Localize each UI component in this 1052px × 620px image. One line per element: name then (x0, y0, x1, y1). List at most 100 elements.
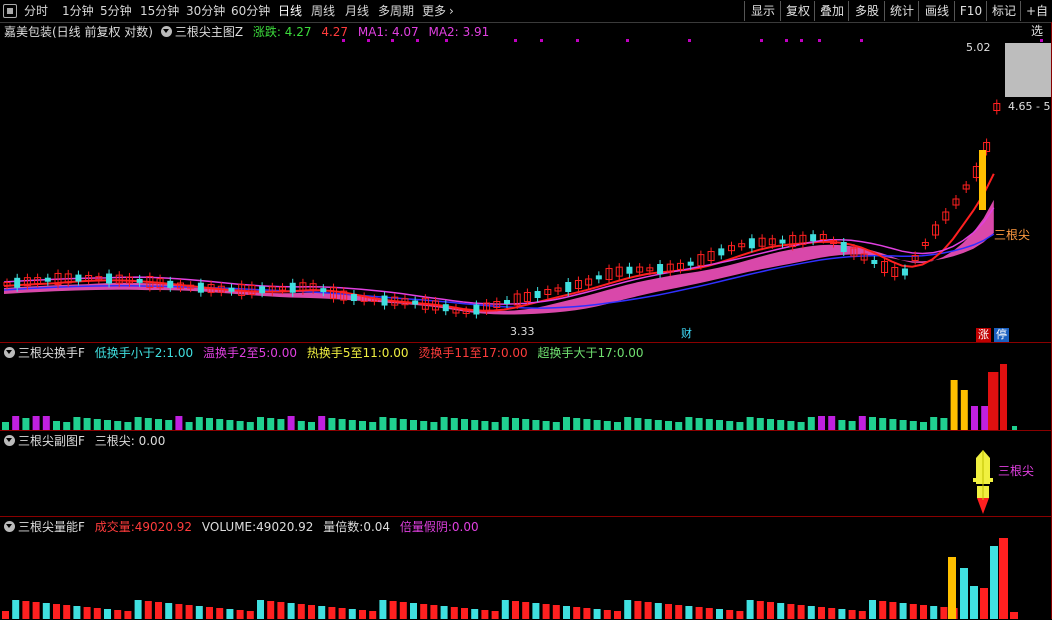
turnover-bar (1000, 364, 1007, 430)
volume-bar (970, 586, 978, 619)
volume-bar (410, 603, 417, 619)
volume-bar (501, 600, 509, 619)
add-watchlist-button[interactable]: +自选 (1020, 1, 1052, 38)
turnover-bar (165, 420, 173, 430)
draw-button[interactable]: 画线 (918, 1, 955, 21)
candle-down (412, 300, 419, 305)
turnover-bar (940, 418, 948, 430)
chevron-right-icon[interactable]: › (449, 3, 454, 19)
turnover-bar (603, 421, 611, 430)
turnover-bar (389, 418, 397, 430)
turnover-bar (644, 419, 652, 430)
mark-button[interactable]: 标记 (986, 1, 1021, 21)
volume-bar (980, 588, 988, 619)
volume-bar (685, 606, 693, 619)
volume-bar (104, 609, 111, 619)
tab-multi-period[interactable]: 多周期 (378, 3, 414, 19)
stats-button[interactable]: 统计 (884, 1, 919, 21)
marker-dot (342, 39, 345, 42)
overlay-button[interactable]: 叠加 (814, 1, 849, 21)
volume-bar (144, 601, 152, 619)
volume-bar (930, 606, 938, 619)
volume-bar (889, 602, 897, 619)
volume-bar (12, 600, 20, 619)
candle-down (748, 238, 755, 249)
candle-down (871, 260, 878, 264)
volume-bar (165, 603, 173, 619)
turnover-bar (777, 420, 785, 430)
volume-bar (308, 605, 315, 619)
f10-button[interactable]: F10 (954, 1, 987, 21)
tab-30min[interactable]: 30分钟 (186, 3, 225, 19)
volume-bar (563, 606, 570, 619)
candle-down (595, 275, 602, 280)
turnover-bar (797, 422, 805, 430)
multi-stock-button[interactable]: 多股 (848, 1, 885, 21)
adjust-button[interactable]: 复权 (780, 1, 815, 21)
turnover-bar (756, 418, 764, 430)
volume-bar (32, 602, 40, 619)
volume-bar (960, 568, 968, 619)
tab-1min[interactable]: 1分钟 (62, 3, 94, 19)
display-button[interactable]: 显示 (744, 1, 781, 21)
window-toggle-icon[interactable] (3, 4, 17, 18)
turnover-bar (155, 419, 162, 430)
turnover-bar (246, 422, 254, 430)
turnover-bar (491, 422, 499, 430)
marker-dot (860, 39, 863, 42)
turnover-bar (988, 372, 995, 430)
turnover-bar (614, 422, 621, 430)
tab-monthly[interactable]: 月线 (345, 3, 369, 19)
volume-bar (920, 605, 927, 619)
turnover-bar (695, 418, 703, 430)
candle-down (167, 280, 174, 288)
volume-bar (348, 609, 356, 619)
volume-bar (848, 610, 856, 619)
candle-down (320, 288, 327, 293)
volume-bar (879, 601, 887, 619)
tab-weekly[interactable]: 周线 (311, 3, 335, 19)
turnover-bar (899, 420, 907, 430)
turnover-bar (338, 419, 346, 430)
period-toolbar: 分时 1分钟 5分钟 15分钟 30分钟 60分钟 日线 周线 月线 多周期 更… (0, 0, 1052, 38)
turnover-bar (134, 417, 142, 430)
volume-bar (716, 609, 723, 619)
candle-down (901, 268, 908, 276)
tab-daily[interactable]: 日线 (278, 3, 302, 19)
turnover-bar (471, 420, 479, 430)
turnover-bar (308, 422, 315, 430)
marker-dot (416, 39, 419, 42)
turnover-bar (369, 422, 377, 430)
volume-bar (818, 607, 825, 619)
volume-bar (593, 609, 601, 619)
volume-bar (614, 611, 621, 619)
volume-bar (155, 602, 162, 619)
tab-15min[interactable]: 15分钟 (140, 3, 179, 19)
candle-down (259, 286, 266, 294)
turnover-bar (124, 422, 132, 430)
volume-bar (665, 604, 672, 619)
volume-bar (909, 604, 917, 619)
turnover-bar (287, 416, 295, 430)
tab-5min[interactable]: 5分钟 (100, 3, 132, 19)
tab-fenshi[interactable]: 分时 (24, 3, 48, 19)
candlestick-chart (3, 39, 1043, 319)
volume-bars (2, 538, 1018, 619)
tab-60min[interactable]: 60分钟 (231, 3, 270, 19)
turnover-bar (573, 418, 581, 430)
volume-bar (430, 605, 438, 619)
volume-bar (124, 611, 132, 619)
turnover-bar (461, 419, 468, 430)
turnover-bar (104, 420, 111, 430)
turnover-bar (114, 421, 122, 430)
volume-bar (797, 605, 805, 619)
candle-down (504, 300, 510, 304)
volume-bar (287, 603, 295, 619)
turnover-bar (450, 418, 458, 430)
volume-bar (236, 610, 244, 619)
tab-more[interactable]: 更多 (422, 3, 446, 19)
turnover-bar (267, 418, 275, 430)
volume-bar (552, 605, 560, 619)
turnover-bar (93, 419, 101, 430)
volume-bar (206, 607, 213, 619)
